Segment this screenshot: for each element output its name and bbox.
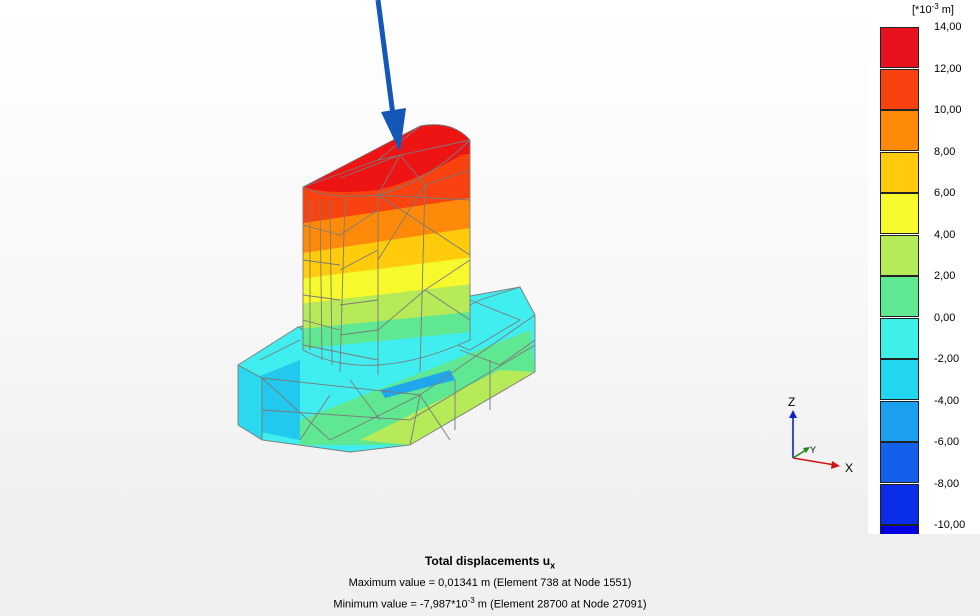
legend-swatch [880, 151, 919, 193]
legend-label: 6,00 [934, 187, 956, 199]
axis-triad: Z Y X [788, 395, 853, 475]
legend-swatch [880, 400, 919, 442]
legend-label: -8,00 [934, 477, 960, 490]
model-canvas[interactable]: Z Y X [0, 0, 868, 534]
legend-label: 4,00 [934, 228, 956, 241]
legend-swatch [880, 483, 919, 525]
legend-label: -2,00 [934, 353, 960, 365]
legend-swatch [880, 234, 919, 276]
legend-swatch [880, 317, 919, 359]
legend-label: 10,00 [934, 104, 962, 116]
legend-swatch [880, 110, 919, 151]
axis-z-label: Z [788, 395, 795, 409]
axis-x-label: X [845, 461, 853, 475]
legend-label: 12,00 [934, 62, 962, 75]
axis-y-label: Y [810, 445, 816, 455]
legend-label: -4,00 [934, 394, 960, 407]
legend-label: 2,00 [934, 270, 956, 282]
result-info-panel: Total displacements ux Maximum value = 0… [0, 534, 980, 616]
3d-viewport[interactable]: Z Y X [0, 0, 868, 534]
legend-label: 8,00 [934, 145, 956, 158]
legend-label: 0,00 [934, 311, 956, 324]
maximum-value-text: Maximum value = 0,01341 m (Element 738 a… [348, 577, 632, 589]
legend-swatch [880, 359, 919, 400]
load-arrow[interactable] [375, 0, 406, 152]
legend-unit: [*10-3 m] [912, 2, 954, 16]
legend-swatch [880, 193, 919, 234]
legend-swatch [880, 276, 919, 317]
legend-swatch [880, 68, 919, 110]
legend-label: -10,00 [934, 519, 966, 531]
color-legend: [*10-3 m] 14,00 12,00 10,00 8,00 6,00 4,00 2,0… [868, 0, 980, 566]
minimum-value-text: Minimum value = -7,987*10-3 m (Element 2… [333, 596, 647, 611]
result-title: Total displacements ux [424, 554, 556, 571]
legend-label: -6,00 [934, 436, 960, 448]
legend-label: 14,00 [934, 21, 962, 33]
legend-swatch [880, 27, 919, 68]
legend-swatch [880, 442, 919, 483]
